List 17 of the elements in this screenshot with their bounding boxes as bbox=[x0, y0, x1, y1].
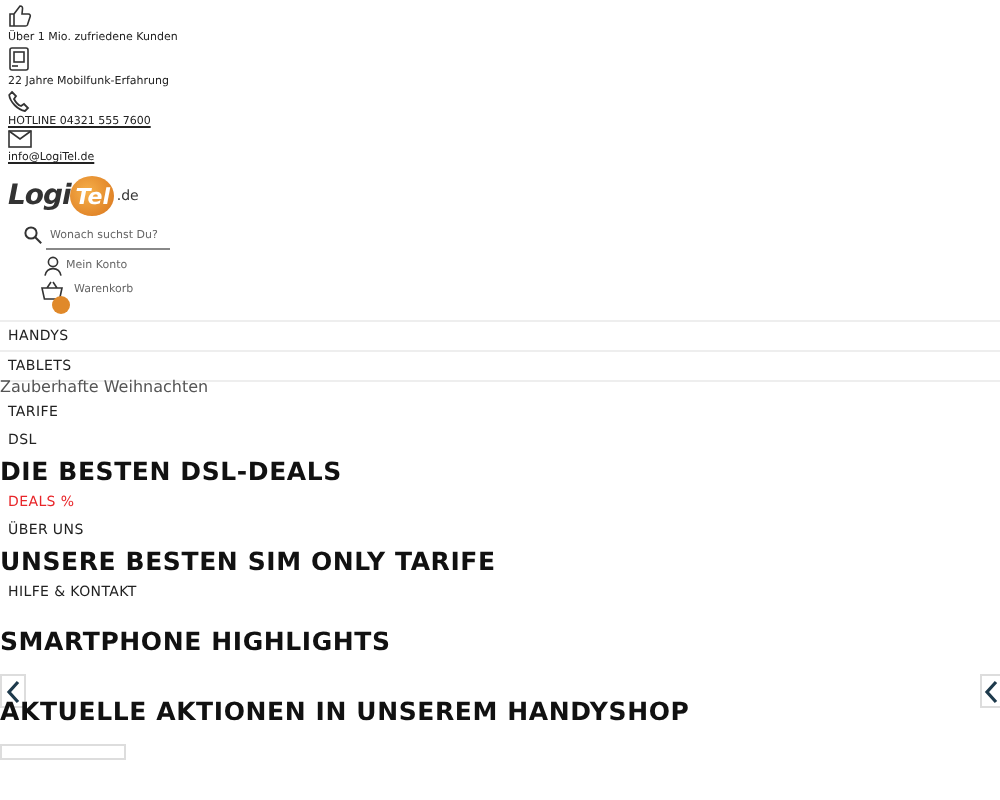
basket-icon bbox=[40, 280, 64, 300]
mail-icon bbox=[8, 130, 32, 148]
section-heading: AKTUELLE AKTIONEN IN UNSEREM HANDYSHOP bbox=[0, 694, 692, 728]
section-heading: SMARTPHONE HIGHLIGHTS bbox=[0, 624, 393, 658]
thumbs-up-icon bbox=[8, 4, 32, 28]
phone-card-icon bbox=[8, 46, 30, 72]
banner-caption: Zauberhafte Weihnachten bbox=[0, 378, 211, 398]
search-icon bbox=[24, 226, 42, 244]
previous-arrow-button[interactable] bbox=[980, 674, 1000, 708]
section-heading: DIE BESTEN DSL-DEALS bbox=[0, 454, 344, 488]
cart-count-badge bbox=[52, 296, 70, 314]
chevron-left-icon bbox=[5, 679, 21, 703]
chevron-left-icon bbox=[983, 679, 999, 703]
section-heading: UNSERE BESTEN SIM ONLY TARIFE bbox=[0, 544, 498, 578]
phone-icon bbox=[8, 90, 30, 112]
input-field[interactable] bbox=[0, 744, 126, 760]
user-icon bbox=[44, 256, 62, 276]
